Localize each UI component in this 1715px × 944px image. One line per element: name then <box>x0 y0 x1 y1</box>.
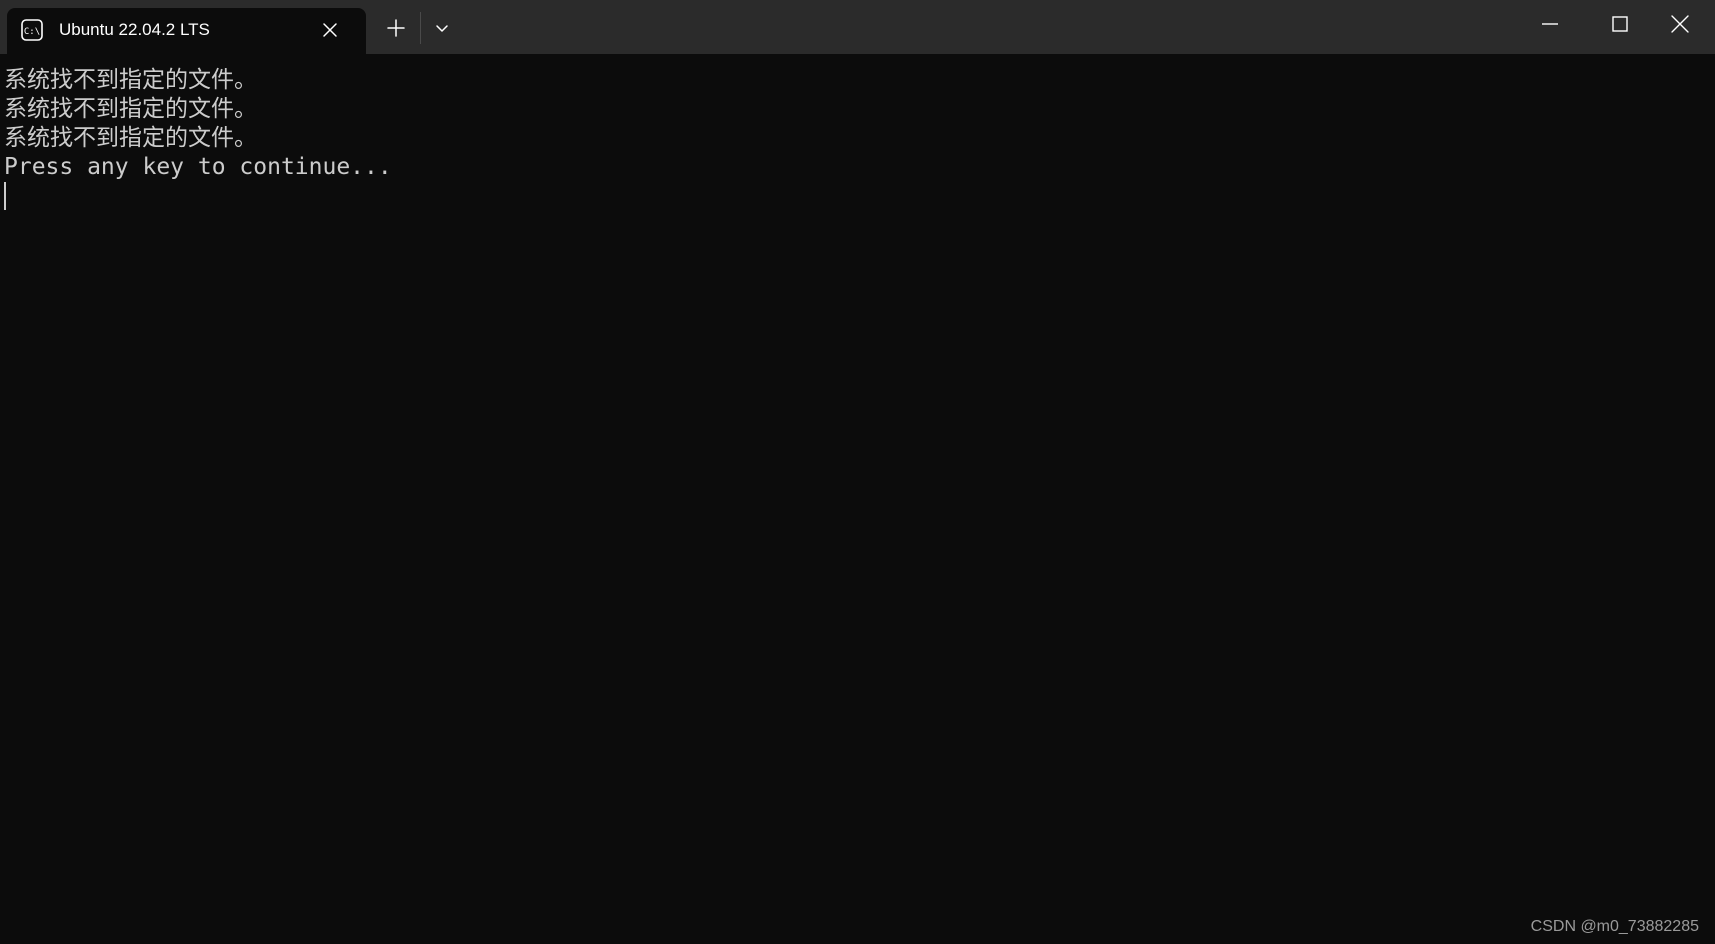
text-cursor <box>4 182 6 210</box>
close-window-button[interactable] <box>1645 0 1715 48</box>
terminal-output: 系统找不到指定的文件。 系统找不到指定的文件。 系统找不到指定的文件。 Pres… <box>4 66 392 182</box>
tab-dropdown-button[interactable] <box>428 14 456 42</box>
new-tab-button[interactable] <box>382 14 410 42</box>
svg-text:C:\: C:\ <box>24 27 40 37</box>
tab-ubuntu[interactable]: C:\ Ubuntu 22.04.2 LTS <box>7 8 366 54</box>
tab-separator <box>420 12 421 44</box>
tab-title: Ubuntu 22.04.2 LTS <box>59 20 210 39</box>
terminal-line: 系统找不到指定的文件。 <box>4 96 257 122</box>
maximize-icon <box>1612 16 1628 32</box>
tab-close-icon[interactable] <box>320 20 340 40</box>
close-icon <box>1671 15 1689 33</box>
terminal-icon: C:\ <box>21 19 43 41</box>
plus-icon <box>387 19 405 37</box>
terminal-line: Press any key to continue... <box>4 154 392 180</box>
title-bar: C:\ Ubuntu 22.04.2 LTS <box>0 0 1715 54</box>
minimize-button[interactable] <box>1515 0 1585 48</box>
terminal-window: C:\ Ubuntu 22.04.2 LTS 系统找不到指定的文件。 系统找不到… <box>0 0 1715 944</box>
minimize-icon <box>1542 23 1558 25</box>
watermark: CSDN @m0_73882285 <box>1530 918 1699 935</box>
chevron-down-icon <box>436 25 448 32</box>
terminal-line: 系统找不到指定的文件。 <box>4 67 257 93</box>
terminal-area[interactable]: 系统找不到指定的文件。 系统找不到指定的文件。 系统找不到指定的文件。 Pres… <box>0 54 1715 944</box>
terminal-line: 系统找不到指定的文件。 <box>4 125 257 151</box>
